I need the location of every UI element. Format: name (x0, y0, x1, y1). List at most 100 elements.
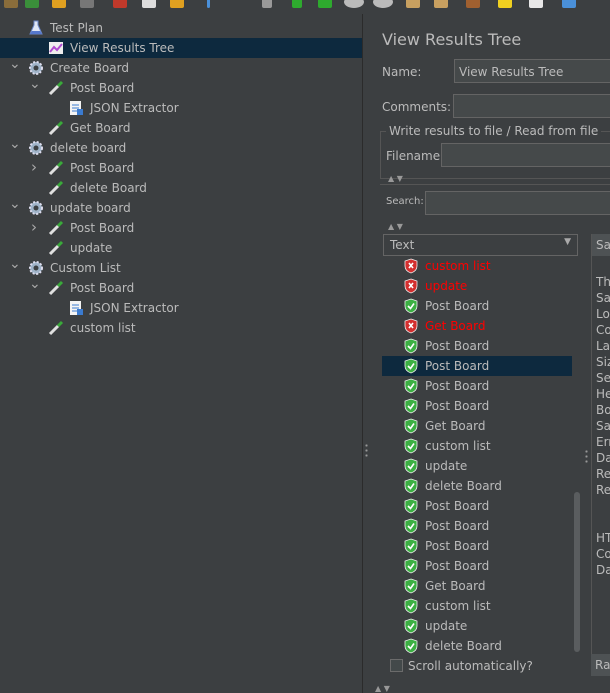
reset-search-icon[interactable] (498, 0, 512, 8)
tree-node-label: custom list (70, 321, 136, 335)
save-icon[interactable] (80, 0, 94, 8)
result-row-label: Get Board (425, 579, 486, 593)
renderer-select[interactable]: Text ▼ (383, 234, 578, 256)
comments-field[interactable] (453, 94, 610, 118)
tree-node[interactable]: ⌄ Create Board (0, 57, 362, 78)
expand-icon[interactable] (207, 0, 210, 8)
pipette-sampler-icon (48, 240, 64, 256)
tree-node[interactable]: ⌄ Custom List (0, 257, 362, 278)
result-row[interactable]: Post Board (382, 556, 572, 576)
scroll-automatically-checkbox[interactable] (390, 659, 403, 672)
tree-node[interactable]: custom list (0, 318, 362, 338)
collapse-arrows-icon-2[interactable]: ▲ ▼ (388, 222, 403, 231)
name-field[interactable]: View Results Tree (454, 59, 610, 83)
results-scrollbar-thumb[interactable] (574, 492, 580, 652)
toggle-icon[interactable] (262, 0, 272, 8)
tab-raw-label: Ra (595, 658, 610, 672)
shutdown-icon[interactable] (373, 0, 393, 8)
collapse-arrows-icon-3[interactable]: ▲ ▼ (375, 684, 390, 693)
sampler-result-line: Co (596, 323, 610, 337)
result-row[interactable]: custom list (382, 596, 572, 616)
result-row[interactable]: Post Board (382, 336, 572, 356)
help-icon[interactable] (562, 0, 576, 8)
tree-node-label: JSON Extractor (90, 101, 179, 115)
result-row[interactable]: delete Board (382, 476, 572, 496)
result-row[interactable]: Post Board (382, 496, 572, 516)
splitter-grip-icon[interactable] (365, 443, 368, 457)
thread-group-gear-icon (28, 140, 44, 156)
extractor-document-icon (68, 300, 84, 316)
tree-node-label: Test Plan (50, 21, 103, 35)
filename-field[interactable] (441, 143, 610, 167)
divider (380, 184, 610, 185)
result-row[interactable]: update (382, 616, 572, 636)
tree-node[interactable]: Get Board (0, 118, 362, 138)
expanded-chevron-icon[interactable]: ⌄ (9, 137, 21, 151)
search-field[interactable] (425, 191, 610, 215)
result-row[interactable]: Get Board (382, 316, 572, 336)
start-no-pause-icon[interactable] (318, 0, 332, 8)
result-row[interactable]: delete Board (382, 636, 572, 656)
function-helper-icon[interactable] (529, 0, 543, 8)
result-row[interactable]: Post Board (382, 516, 572, 536)
collapsed-chevron-icon[interactable]: › (29, 158, 39, 176)
tree-node[interactable]: › Post Board (0, 218, 362, 238)
toolbar (0, 0, 610, 14)
paste-icon[interactable] (170, 0, 184, 8)
collapse-arrows-icon[interactable]: ▲ ▼ (388, 174, 403, 183)
tree-node[interactable]: ⌄ delete board (0, 137, 362, 158)
tree-node[interactable]: update (0, 238, 362, 258)
inner-splitter-grip-icon[interactable] (585, 449, 588, 463)
templates-icon[interactable] (25, 0, 39, 8)
clear-icon[interactable] (406, 0, 420, 8)
tree-node-label: Post Board (70, 81, 135, 95)
result-row-label: Post Board (425, 339, 490, 353)
success-shield-icon (404, 578, 418, 594)
search-binoculars-icon[interactable] (466, 0, 480, 8)
panel-title: View Results Tree (382, 30, 522, 49)
result-row[interactable]: Get Board (382, 576, 572, 596)
open-icon[interactable] (52, 0, 66, 8)
start-icon[interactable] (292, 0, 302, 8)
result-row[interactable]: Post Board (382, 376, 572, 396)
result-row[interactable]: Post Board (382, 536, 572, 556)
result-row[interactable]: Post Board (382, 296, 572, 316)
expanded-chevron-icon[interactable]: ⌄ (9, 197, 21, 211)
tree-node[interactable]: ⌄ Post Board (0, 277, 362, 298)
pipette-sampler-icon (48, 220, 64, 236)
cut-icon[interactable] (113, 0, 127, 8)
success-shield-icon (404, 478, 418, 494)
expanded-chevron-icon[interactable]: ⌄ (9, 257, 21, 271)
result-row[interactable]: custom list (382, 436, 572, 456)
new-icon[interactable] (4, 0, 18, 8)
result-row-label: Get Board (425, 419, 486, 433)
clear-all-icon[interactable] (434, 0, 448, 8)
expanded-chevron-icon[interactable]: ⌄ (9, 57, 21, 71)
result-row[interactable]: Post Board (382, 396, 572, 416)
search-label: Search: (386, 196, 424, 207)
collapsed-chevron-icon[interactable]: › (29, 218, 39, 236)
tree-node[interactable]: View Results Tree (0, 38, 362, 58)
expanded-chevron-icon[interactable]: ⌄ (29, 77, 41, 91)
copy-icon[interactable] (142, 0, 156, 8)
view-results-tree-panel: View Results Tree Name: View Results Tre… (372, 14, 610, 693)
tab-sampler-result[interactable]: Sa (592, 234, 610, 256)
result-row[interactable]: update (382, 456, 572, 476)
tree-node-label: Custom List (50, 261, 121, 275)
tree-node[interactable]: ⌄ update board (0, 197, 362, 218)
expanded-chevron-icon[interactable]: ⌄ (29, 277, 41, 291)
tree-node[interactable]: JSON Extractor (0, 298, 362, 318)
result-row[interactable]: update (382, 276, 572, 296)
result-row[interactable]: custom list (382, 258, 572, 276)
tree-node[interactable]: JSON Extractor (0, 98, 362, 118)
result-row[interactable]: Post Board (382, 356, 572, 376)
renderer-select-value: Text (390, 238, 415, 252)
tab-raw[interactable]: Ra (591, 654, 610, 676)
tree-node[interactable]: › Post Board (0, 158, 362, 178)
sampler-result-line: Lo (596, 307, 610, 321)
stop-icon[interactable] (344, 0, 364, 8)
tree-node[interactable]: delete Board (0, 178, 362, 198)
tree-node[interactable]: Test Plan (0, 18, 362, 38)
tree-node[interactable]: ⌄ Post Board (0, 77, 362, 98)
result-row[interactable]: Get Board (382, 416, 572, 436)
